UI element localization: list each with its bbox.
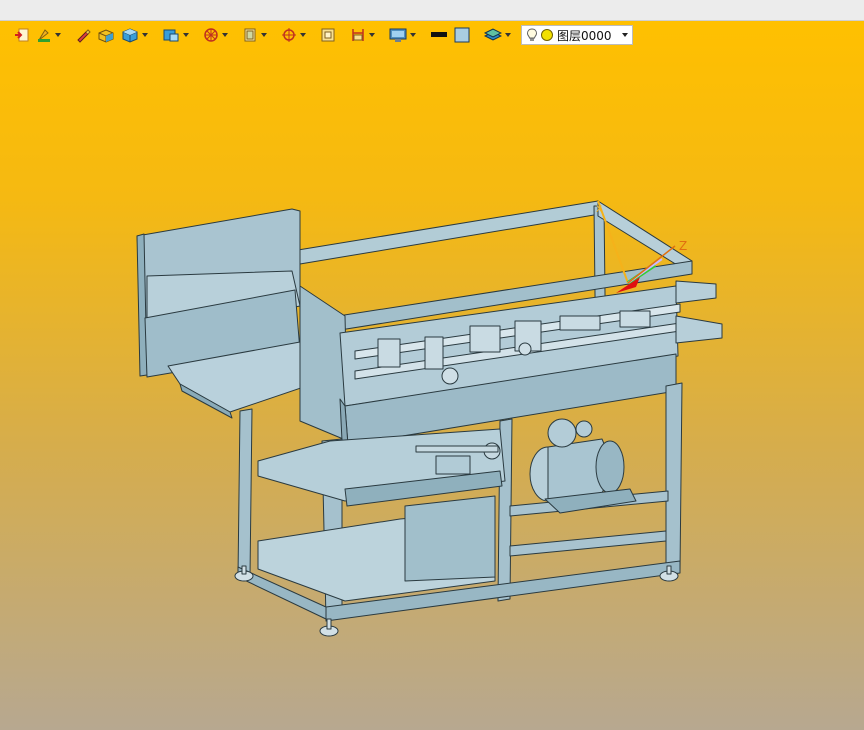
line-color-button[interactable] [428, 25, 450, 45]
leveling-foot-post [326, 618, 332, 630]
chevron-down-icon [369, 33, 375, 37]
lower-box [404, 495, 496, 582]
chevron-down-icon [261, 33, 267, 37]
motor-gear [547, 418, 577, 448]
output-rail-2 [675, 315, 723, 344]
import-icon [15, 28, 29, 42]
mechanism-block [377, 338, 401, 368]
frame-leg-front-right [665, 382, 683, 574]
wheel-icon [204, 28, 218, 42]
frame-button[interactable] [318, 25, 338, 45]
motor-fan-cover [595, 440, 625, 494]
chevron-down-icon [505, 33, 511, 37]
bearing-block [435, 455, 471, 475]
frame-icon [321, 28, 335, 42]
layer-select[interactable]: 图层0000 [521, 25, 633, 45]
display-mode-button[interactable] [387, 25, 418, 45]
main-toolbar: 图层0000 [12, 24, 633, 46]
frame-rail-right-low [509, 530, 667, 557]
layer-select-value: 图层0000 [557, 28, 612, 43]
sketch-tools-icon [38, 29, 50, 42]
pen-icon [77, 29, 91, 43]
sketch-tools-button[interactable] [34, 25, 63, 45]
pen-button[interactable] [73, 25, 93, 45]
axis-z-label: Z [679, 239, 687, 253]
frame-leg-back-left [237, 408, 253, 578]
mechanism-roller [441, 367, 459, 385]
window-title-strip [0, 0, 864, 21]
shell-solid-icon [163, 29, 179, 42]
box-solid-button[interactable] [119, 25, 150, 45]
mechanism-block [469, 325, 501, 353]
chevron-down-icon [222, 33, 228, 37]
shaft [415, 445, 499, 453]
mechanism-roller [518, 342, 532, 356]
3d-viewport[interactable]: Z X [0, 21, 864, 730]
motor-gear-small [575, 420, 593, 438]
frame-top-rail-back [297, 200, 601, 265]
mechanism-block [424, 336, 444, 370]
face-color-button[interactable] [452, 25, 472, 45]
chevron-down-icon [410, 33, 416, 37]
box-solid-icon [122, 28, 138, 43]
extrude-solid-icon [98, 29, 114, 43]
chevron-down-icon [300, 33, 306, 37]
lightbulb-icon[interactable] [526, 28, 538, 42]
chevron-down-icon [183, 33, 189, 37]
display-mode-icon [389, 28, 407, 42]
view-cube-icon [244, 28, 256, 42]
chevron-down-icon [55, 33, 61, 37]
layer-color-icon[interactable] [540, 28, 554, 42]
mechanism-block [619, 310, 651, 328]
extrude-solid-button[interactable] [95, 25, 117, 45]
shell-solid-button[interactable] [160, 25, 191, 45]
line-color-swatch [431, 32, 447, 37]
view-cube-button[interactable] [240, 25, 269, 45]
chevron-down-icon[interactable] [622, 33, 628, 37]
layer-manager-icon [484, 28, 502, 41]
dimension-button[interactable] [348, 25, 377, 45]
wheel-button[interactable] [201, 25, 230, 45]
cad-application-window: Z X 图层0000 [0, 0, 864, 730]
dimension-icon [352, 29, 364, 41]
locator-icon [282, 28, 296, 42]
output-rail-1 [675, 280, 717, 304]
face-color-swatch [454, 27, 470, 43]
locator-button[interactable] [279, 25, 308, 45]
leveling-foot-post [241, 565, 247, 575]
mechanism-block [559, 315, 601, 331]
leveling-foot-post [666, 565, 672, 575]
layer-manager-button[interactable] [482, 25, 513, 45]
chevron-down-icon [142, 33, 148, 37]
import-button[interactable] [12, 25, 32, 45]
axis-x-label: X [596, 205, 602, 215]
machine-model[interactable]: Z X [0, 21, 864, 730]
